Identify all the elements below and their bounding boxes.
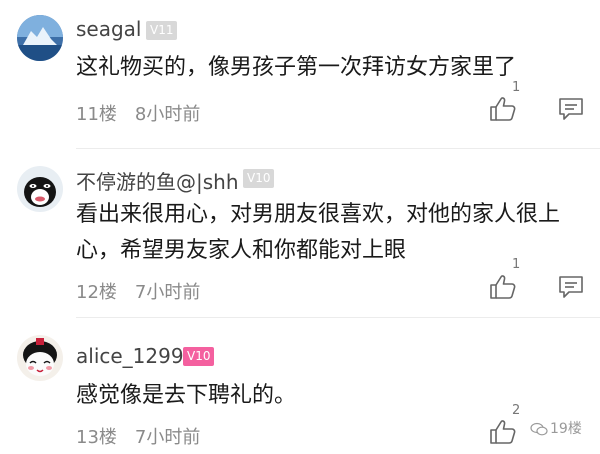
comment-time: 7小时前 — [134, 427, 201, 448]
comment-item: 不停游的鱼@|shh V10 看出来很用心，对男朋友很喜欢，对他的家人很上心，希… — [0, 149, 600, 317]
comment-username[interactable]: seagal — [76, 17, 142, 41]
watermark-text: 19楼 — [550, 421, 582, 437]
comment-username[interactable]: alice_1299 — [76, 344, 184, 368]
level-badge: V10 — [243, 169, 275, 188]
wechat-logo-icon — [530, 422, 548, 436]
comment-text: 看出来很用心，对男朋友很喜欢，对他的家人很上心，希望男友家人和你都能对上眼 — [76, 202, 561, 263]
cartoon-girl-avatar-icon[interactable] — [17, 335, 63, 381]
comment-time: 7小时前 — [134, 282, 201, 303]
comment-meta: 13楼 7小时前 — [76, 423, 200, 449]
like-count: 1 — [512, 257, 521, 272]
comment-text: 这礼物买的，像男孩子第一次拜访女方家里了 — [76, 55, 517, 80]
comment-username[interactable]: 不停游的鱼@|shh — [76, 166, 239, 195]
iceberg-avatar-icon[interactable] — [17, 15, 63, 61]
reply-icon[interactable] — [557, 274, 585, 300]
comment-item: alice_1299 V10 感觉像是去下聘礼的。 13楼 7小时前 2 — [0, 318, 600, 454]
comment-meta: 11楼 8小时前 — [76, 100, 200, 126]
like-count: 1 — [512, 80, 521, 95]
floor-number: 11楼 — [76, 104, 117, 125]
thumbs-up-icon[interactable] — [488, 272, 518, 302]
reply-icon[interactable] — [557, 96, 585, 122]
level-badge: V11 — [146, 21, 178, 40]
comment-text: 感觉像是去下聘礼的。 — [76, 383, 297, 408]
comment-item: seagal V11 这礼物买的，像男孩子第一次拜访女方家里了 11楼 8小时前 … — [0, 0, 600, 148]
thumbs-up-icon[interactable] — [488, 94, 518, 124]
comment-meta: 12楼 7小时前 — [76, 278, 200, 304]
floor-number: 13楼 — [76, 427, 117, 448]
comment-time: 8小时前 — [134, 104, 201, 125]
thumbs-up-icon[interactable] — [488, 417, 518, 447]
floor-number: 12楼 — [76, 282, 117, 303]
like-count: 2 — [512, 403, 521, 418]
orca-avatar-icon[interactable] — [17, 166, 63, 212]
level-badge: V10 — [183, 347, 215, 366]
watermark: 19楼 — [530, 418, 582, 438]
